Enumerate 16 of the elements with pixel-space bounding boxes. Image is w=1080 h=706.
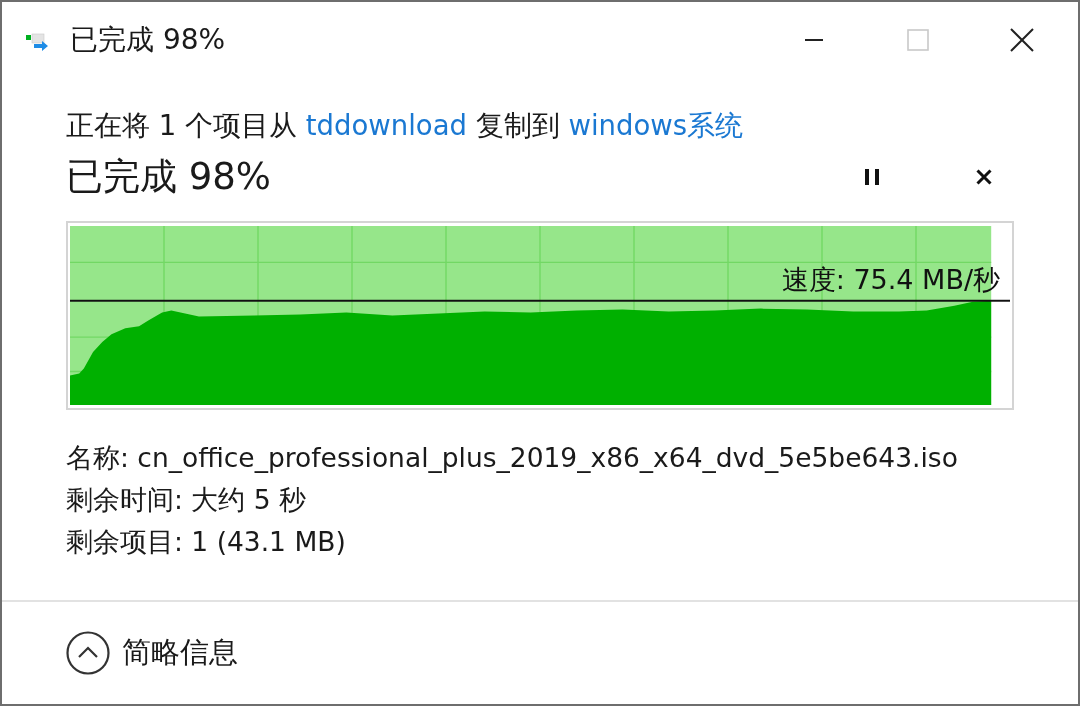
close-icon [976,169,992,185]
detail-text: 剩余时间: 大约 5 秒 [66,483,308,517]
folder-link[interactable]: windows系统 [568,109,744,141]
speed-label: 速度: 75.4 MB/秒 [781,263,1000,297]
progress-status: 已完成 98% [66,154,271,200]
minimize-icon [803,39,825,41]
close-icon [1010,28,1034,52]
folder-link[interactable]: tddownload [305,109,467,141]
detail-text: 名称: cn_office_professional_plus_2019_x86_x64_dvd_5e5be643.iso [66,441,959,475]
window-title: 已完成 98% [70,22,226,58]
copy-description: 正在将 1 个项目从 tddownload 复制到 windows系统 [66,108,745,142]
file-copy-icon [26,32,50,52]
detail-text: 剩余项目: 1 (43.1 MB) [66,525,347,559]
maximize-icon [907,29,929,51]
details-toggle[interactable]: 简略信息 [66,631,238,675]
pause-icon [865,169,879,185]
